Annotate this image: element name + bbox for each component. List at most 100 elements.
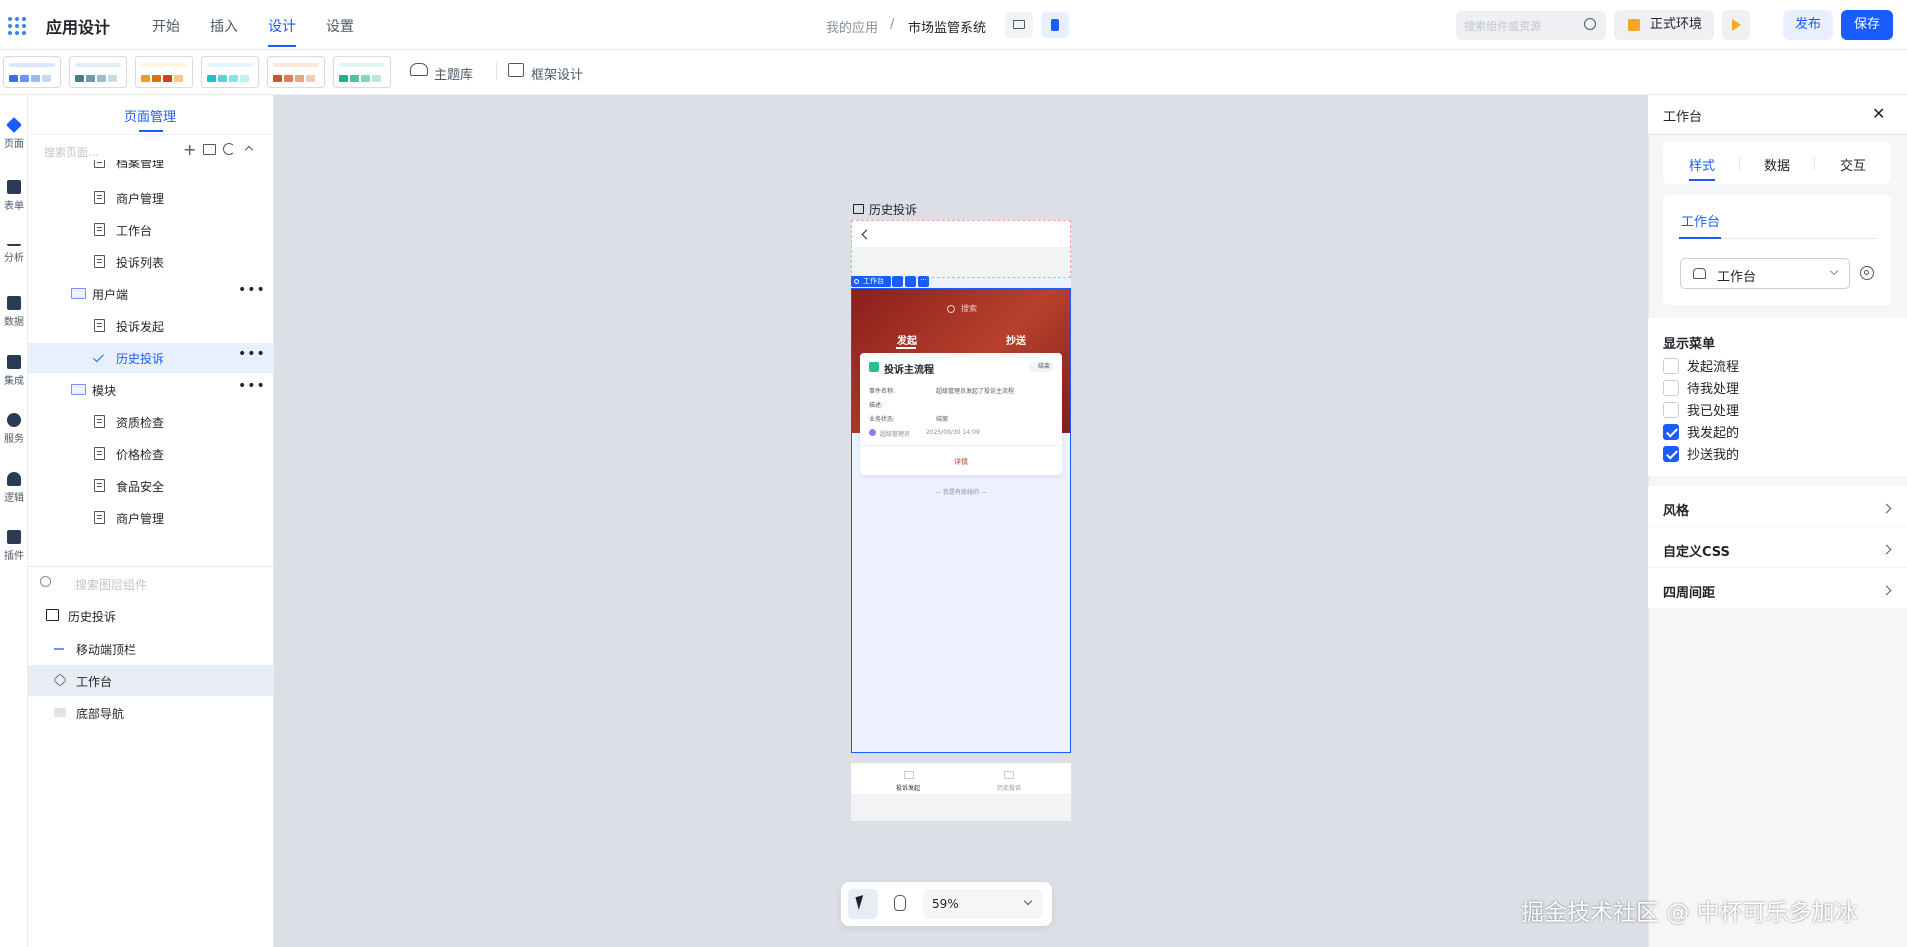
mobile-view-button[interactable]: [1041, 12, 1069, 38]
tab-settings[interactable]: 设置: [326, 16, 354, 36]
rail-services[interactable]: 服务: [0, 413, 28, 445]
layer-bottom-nav[interactable]: 底部导航: [76, 705, 124, 722]
rail-label: 数据: [4, 317, 24, 328]
checkbox-label[interactable]: 我已处理: [1687, 400, 1739, 419]
tree-item-partial[interactable]: 档案管理: [116, 160, 164, 171]
workbench-select[interactable]: 工作台: [1680, 258, 1850, 289]
sub-tab-workbench[interactable]: 工作台: [1681, 211, 1720, 230]
style-section[interactable]: 风格: [1663, 500, 1689, 519]
divider: [1739, 156, 1740, 170]
select-parent-button[interactable]: [905, 276, 916, 287]
more-icon[interactable]: •••: [238, 378, 266, 394]
tree-item-food-safety[interactable]: 食品安全: [116, 478, 164, 495]
tree-item-merchant-2[interactable]: 商户管理: [116, 510, 164, 527]
zoom-select[interactable]: 59%: [923, 889, 1043, 919]
select-tool-button[interactable]: [848, 889, 878, 919]
rail-data[interactable]: 数据: [0, 296, 28, 328]
checkbox-label[interactable]: 待我处理: [1687, 378, 1739, 397]
complaint-card[interactable]: 投诉主流程 结束 事件名称: 超级管理员发起了投诉主流程 描述: 业务状态: 结…: [860, 353, 1062, 475]
pages-panel-title[interactable]: 页面管理: [124, 106, 176, 125]
nav-item-history[interactable]: 历史投诉: [997, 783, 1021, 792]
tree-item-price[interactable]: 价格检查: [116, 446, 164, 463]
tree-item-workbench[interactable]: 工作台: [116, 222, 152, 239]
phone-search[interactable]: 搜索: [961, 303, 977, 314]
search-icon[interactable]: [1584, 18, 1596, 30]
theme-library-button[interactable]: 主题库: [434, 64, 473, 83]
topbar-spacer: [852, 247, 1070, 277]
hand-icon[interactable]: [894, 895, 906, 911]
pc-view-button[interactable]: [1005, 12, 1033, 38]
copy-component-button[interactable]: [892, 276, 903, 287]
checkbox-initiate-flow[interactable]: [1663, 358, 1679, 374]
theme-swatch-cyan[interactable]: [201, 56, 259, 88]
spacing-section[interactable]: 四周间距: [1663, 582, 1715, 601]
env-switch-button[interactable]: 正式环境: [1614, 10, 1714, 40]
more-icon[interactable]: •••: [238, 282, 266, 298]
workbench-component[interactable]: 搜索 发起 抄送 投诉主流程 结束 事件名称: 超级管理员发起了投诉主流程 描述…: [851, 288, 1071, 753]
checkbox-processed[interactable]: [1663, 402, 1679, 418]
rail-pages[interactable]: 页面: [0, 117, 28, 150]
search-icon[interactable]: [947, 305, 955, 313]
rail-logic[interactable]: 逻辑: [0, 472, 28, 504]
theme-swatch-blue[interactable]: [3, 56, 61, 88]
watermark: 掘金技术社区 @ 中杯可乐多加冰: [1521, 900, 1858, 926]
tree-item-merchant[interactable]: 商户管理: [116, 190, 164, 207]
env-icon: [1628, 19, 1640, 31]
rail-forms[interactable]: 表单: [0, 180, 28, 212]
css-section[interactable]: 自定义CSS: [1663, 541, 1730, 560]
tab-data[interactable]: 数据: [1764, 155, 1790, 174]
checkbox-initiated-by-me[interactable]: [1663, 424, 1679, 440]
tree-folder-module[interactable]: 模块: [92, 382, 116, 399]
preview-button[interactable]: [1722, 10, 1750, 40]
breadcrumb-root[interactable]: 我的应用: [826, 17, 878, 36]
rail-analysis[interactable]: 分析: [0, 238, 28, 264]
layer-workbench[interactable]: 工作台: [76, 673, 112, 690]
theme-swatch-rust[interactable]: [267, 56, 325, 88]
add-folder-icon[interactable]: [203, 144, 216, 155]
tab-cc[interactable]: 抄送: [1006, 332, 1026, 347]
refresh-icon[interactable]: [223, 143, 235, 155]
close-icon[interactable]: ✕: [1872, 106, 1885, 122]
bottom-nav-component[interactable]: 投诉发起 历史投诉: [851, 763, 1071, 821]
page-search-input[interactable]: 搜索页面...: [44, 144, 99, 160]
tab-design[interactable]: 设计: [268, 16, 296, 36]
frame-design-button[interactable]: 框架设计: [531, 64, 583, 83]
detail-link[interactable]: 详情: [860, 457, 1062, 467]
more-icon[interactable]: •••: [238, 346, 266, 362]
layer-search-input[interactable]: 搜索图层组件: [75, 576, 147, 593]
tree-item-initiate-complaint[interactable]: 投诉发起: [116, 318, 164, 335]
publish-button[interactable]: 发布: [1783, 10, 1833, 40]
checkbox-cc-to-me[interactable]: [1663, 446, 1679, 462]
theme-swatch-slate[interactable]: [69, 56, 127, 88]
tree-item-complaint-list[interactable]: 投诉列表: [116, 254, 164, 271]
tab-start[interactable]: 开始: [152, 16, 180, 36]
tab-style[interactable]: 样式: [1689, 155, 1715, 174]
checkbox-label[interactable]: 发起流程: [1687, 356, 1739, 375]
nav-item-initiate[interactable]: 投诉发起: [896, 783, 920, 792]
layer-mobile-topbar[interactable]: 移动端顶栏: [76, 641, 136, 658]
tree-item-qualification[interactable]: 资质检查: [116, 414, 164, 431]
more-component-button[interactable]: ···: [918, 276, 929, 287]
rail-integration[interactable]: 集成: [0, 355, 28, 387]
back-icon[interactable]: [861, 229, 872, 240]
card-user: 超级管理员: [880, 431, 911, 438]
layer-root[interactable]: 历史投诉: [68, 608, 116, 625]
checkbox-label[interactable]: 抄送我的: [1687, 444, 1739, 463]
theme-swatch-orange[interactable]: [135, 56, 193, 88]
search-box[interactable]: 搜索组件或资源: [1456, 11, 1606, 40]
rail-label: 表单: [4, 201, 24, 212]
checkbox-label[interactable]: 我发起的: [1687, 422, 1739, 441]
tab-interaction[interactable]: 交互: [1840, 155, 1866, 174]
app-grid-icon[interactable]: [8, 17, 26, 35]
mobile-topbar-component[interactable]: [851, 220, 1071, 278]
gear-icon[interactable]: [1860, 266, 1874, 280]
rail-plugins[interactable]: 插件: [0, 530, 28, 562]
checkbox-pending[interactable]: [1663, 380, 1679, 396]
tab-insert[interactable]: 插入: [210, 16, 238, 36]
add-page-icon[interactable]: +: [183, 140, 196, 159]
tab-initiated[interactable]: 发起: [897, 332, 917, 347]
tree-folder-user[interactable]: 用户端: [92, 286, 128, 303]
tree-item-history-complaint[interactable]: 历史投诉: [116, 350, 164, 367]
theme-swatch-green[interactable]: [333, 56, 391, 88]
save-button[interactable]: 保存: [1841, 10, 1893, 40]
